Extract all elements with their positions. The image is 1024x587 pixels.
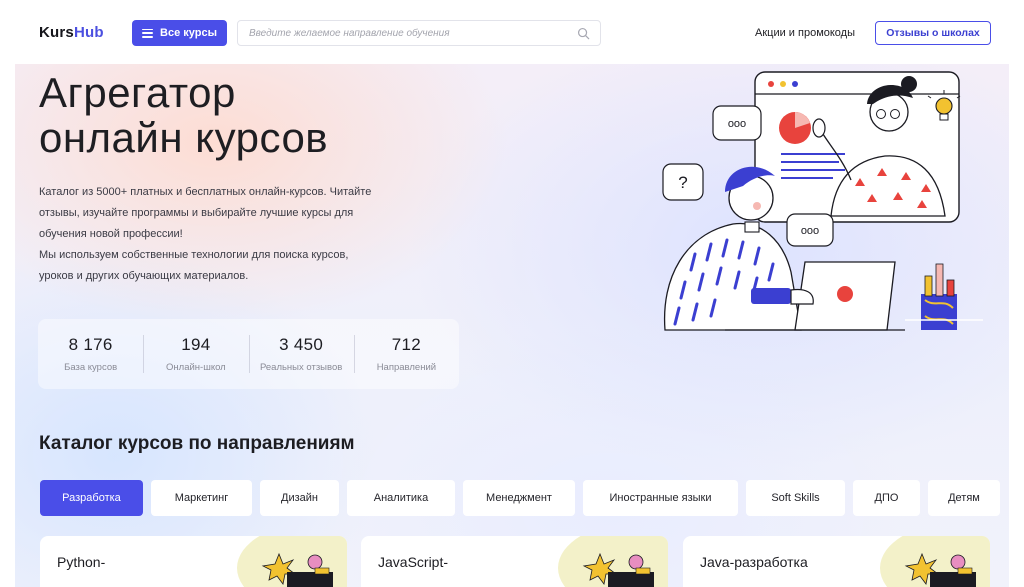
- tab-dpo[interactable]: ДПО: [853, 480, 920, 516]
- stat-value: 712: [391, 335, 421, 354]
- course-card-title: JavaScript-: [378, 554, 449, 570]
- stat-value: 8 176: [68, 335, 113, 354]
- hero-illustration: ooo ? ooo: [662, 71, 983, 331]
- stat-label: Онлайн-школ: [166, 362, 226, 373]
- hero-desc-line: обучения новой профессии!: [39, 228, 183, 240]
- hero-desc-line: Каталог из 5000+ платных и бесплатных он…: [39, 186, 372, 198]
- logo-text-kurs: Kurs: [39, 24, 74, 41]
- stat-label: База курсов: [64, 362, 118, 373]
- tab-soft-skills[interactable]: Soft Skills: [746, 480, 845, 516]
- hero-description: Каталог из 5000+ платных и бесплатных он…: [39, 182, 439, 287]
- stat-reviews: 3 450 Реальных отзывов: [248, 319, 354, 389]
- tab-foreign-languages[interactable]: Иностранные языки: [583, 480, 738, 516]
- tab-design[interactable]: Дизайн: [260, 480, 339, 516]
- logo-text-hub: Hub: [73, 24, 104, 41]
- tab-analytics[interactable]: Аналитика: [347, 480, 455, 516]
- course-card[interactable]: Python-: [40, 536, 347, 587]
- burger-icon: [142, 28, 154, 38]
- stat-label: Направлений: [376, 362, 437, 373]
- search-box: [237, 20, 601, 46]
- hero-title-line: онлайн курсов: [39, 114, 329, 161]
- tab-marketing[interactable]: Маркетинг: [151, 480, 252, 516]
- hero-title: Агрегатор онлайн курсов: [39, 70, 328, 160]
- bubble-question: ?: [678, 173, 687, 192]
- stat-value: 194: [181, 335, 211, 354]
- course-card[interactable]: JavaScript-: [361, 536, 668, 587]
- card-illustration: [880, 536, 990, 587]
- stat-courses: 8 176 База курсов: [38, 319, 143, 389]
- stats-panel: 8 176 База курсов 194 Онлайн-школ 3 450 …: [38, 319, 459, 389]
- bubble-text: ooo: [801, 225, 819, 237]
- logo[interactable]: KursHub: [39, 24, 104, 41]
- stat-schools: 194 Онлайн-школ: [143, 319, 248, 389]
- course-card-title: Java-разработка: [700, 554, 808, 570]
- tab-management[interactable]: Менеджмент: [463, 480, 575, 516]
- stat-value: 3 450: [279, 335, 324, 354]
- school-reviews-button[interactable]: Отзывы о школах: [875, 21, 991, 45]
- promo-link[interactable]: Акции и промокоды: [755, 27, 855, 39]
- tab-development[interactable]: Разработка: [40, 480, 143, 516]
- stat-label: Реальных отзывов: [259, 362, 343, 373]
- course-cards: Python- JavaScript- Java-разработка: [40, 536, 1000, 587]
- all-courses-button[interactable]: Все курсы: [132, 20, 227, 46]
- hero-section: Агрегатор онлайн курсов Каталог из 5000+…: [15, 64, 1009, 587]
- course-card[interactable]: Java-разработка: [683, 536, 990, 587]
- search-input[interactable]: [238, 21, 558, 45]
- category-tabs: Разработка Маркетинг Дизайн Аналитика Ме…: [40, 480, 1000, 516]
- card-illustration: [558, 536, 668, 587]
- course-card-title: Python-: [57, 554, 106, 570]
- site-header: KursHub Все курсы Акции и промокоды Отзы…: [0, 0, 1024, 64]
- search-icon[interactable]: [577, 27, 590, 40]
- hero-title-line: Агрегатор: [39, 69, 236, 116]
- all-courses-label: Все курсы: [160, 27, 217, 39]
- stat-directions: 712 Направлений: [353, 319, 459, 389]
- card-illustration: [237, 536, 347, 587]
- hero-desc-line: Мы используем собственные технологии для…: [39, 249, 349, 261]
- hero-desc-line: отзывы, изучайте программы и выбирайте л…: [39, 207, 354, 219]
- hero-desc-line: уроков и других обучающих материалов.: [39, 270, 249, 282]
- catalog-title: Каталог курсов по направлениям: [39, 433, 355, 454]
- tab-kids[interactable]: Детям: [928, 480, 1000, 516]
- bubble-text: ooo: [728, 118, 746, 130]
